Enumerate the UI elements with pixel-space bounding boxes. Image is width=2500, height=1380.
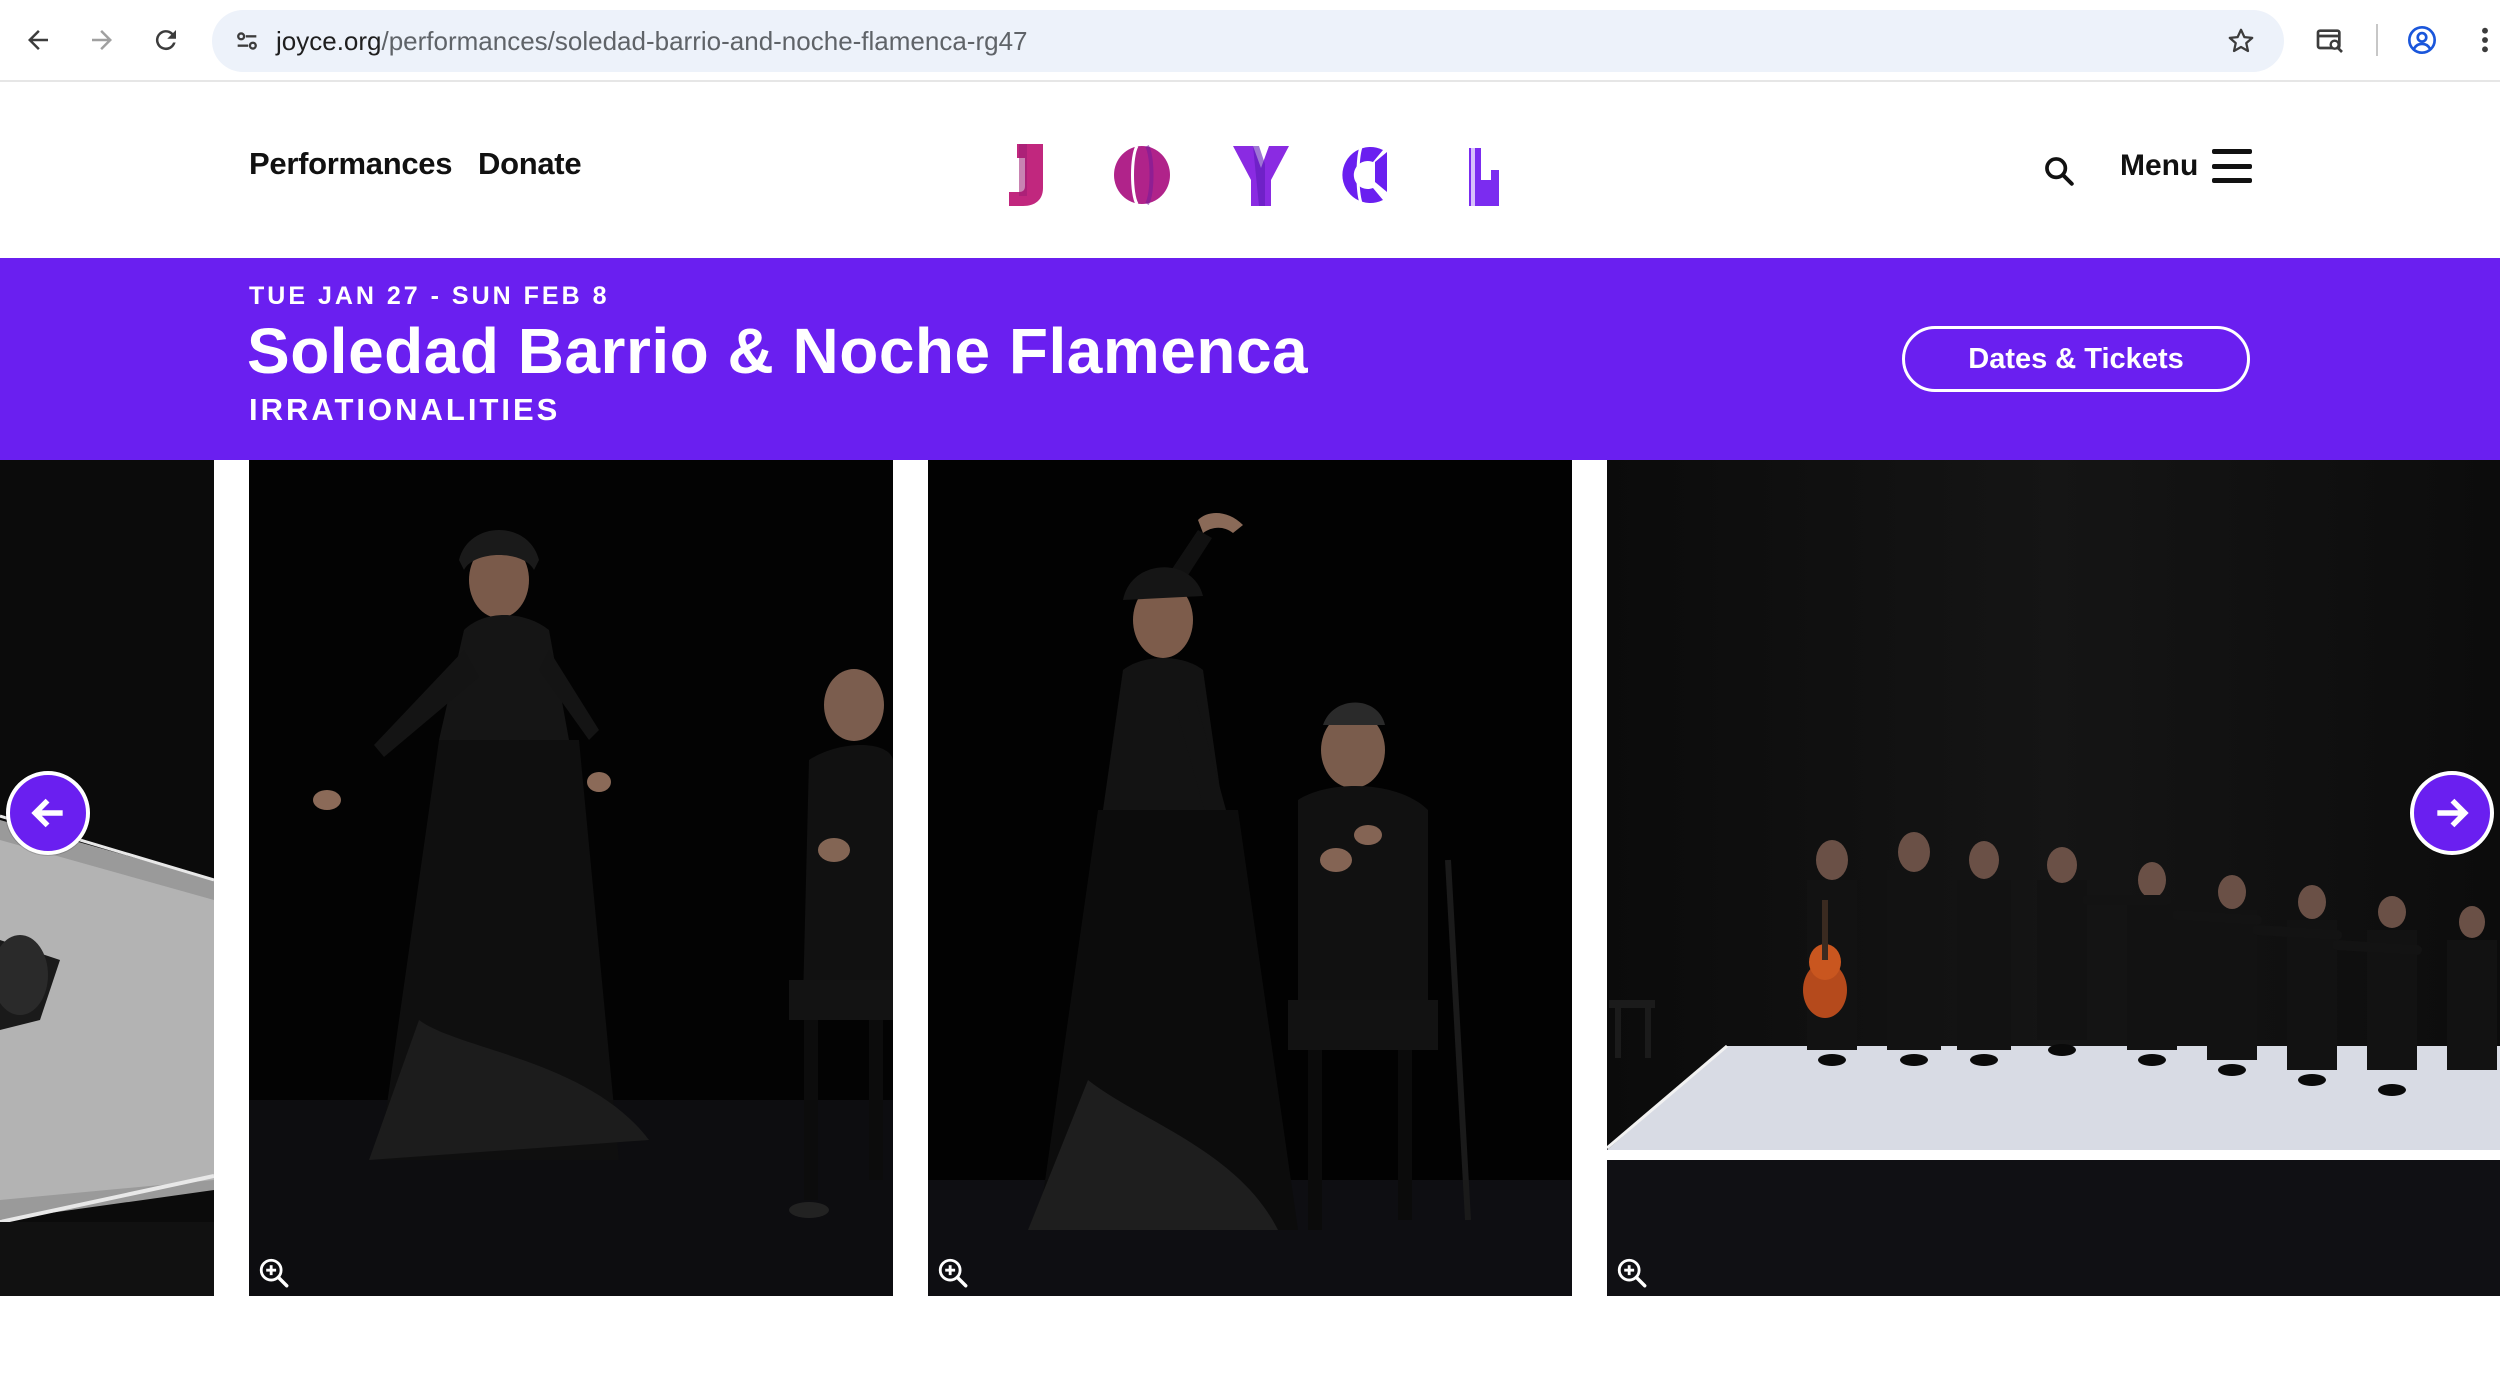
performance-dates: TUE JAN 27 - SUN FEB 8 [249,282,610,310]
logo-letter-o [1114,144,1170,206]
performance-title: Soledad Barrio & Noche Flamenca [247,315,1309,387]
hamburger-icon [2212,149,2253,183]
logo-letter-e [1469,148,1499,206]
menu-button[interactable]: Menu [2120,146,2253,186]
site-header: Performances Donate Menu [0,82,2500,258]
reload-button[interactable] [146,20,186,60]
gallery-next-button[interactable] [2410,771,2494,855]
forward-button[interactable] [82,20,122,60]
logo-letter-c [1342,146,1387,204]
photo-image [928,460,1572,1296]
photo-gallery [0,460,2500,1296]
profile-button[interactable] [2402,20,2442,60]
photo-image [0,460,214,1296]
zoom-in-icon[interactable] [936,1256,970,1290]
gallery-photo[interactable] [1607,460,2500,1296]
tab-search-button[interactable] [2310,20,2350,60]
gallery-photo[interactable] [249,460,893,1296]
address-bar[interactable]: joyce.org/performances/soledad-barrio-an… [212,10,2284,72]
nav-donate-link[interactable]: Donate [478,146,582,182]
gallery-photo[interactable] [0,460,214,1296]
search-icon[interactable] [2042,154,2076,188]
logo-letter-y [1233,146,1289,206]
profile-icon [2408,26,2436,54]
url-host: joyce.org [276,26,382,56]
arrow-right-icon [92,30,112,50]
arrow-left-icon [31,798,63,828]
menu-label: Menu [2120,149,2199,182]
joyce-logo[interactable] [1005,142,1505,208]
browser-toolbar: joyce.org/performances/soledad-barrio-an… [0,0,2500,82]
site-settings-icon[interactable] [228,22,266,60]
reload-icon [155,30,176,51]
more-vertical-icon [2482,27,2488,53]
performance-subtitle: IRRATIONALITIES [249,392,561,427]
zoom-in-icon[interactable] [1615,1256,1649,1290]
performance-banner: TUE JAN 27 - SUN FEB 8 Soledad Barrio & … [0,258,2500,460]
toolbar-divider [2376,24,2378,56]
logo-letter-j [1009,144,1043,206]
tab-search-icon [2316,29,2343,53]
url-path: /performances/soledad-barrio-and-noche-f… [381,26,1028,56]
photo-image [1607,460,2500,1296]
back-button[interactable] [18,20,58,60]
dates-tickets-button[interactable]: Dates & Tickets [1902,326,2250,392]
bookmark-star-icon[interactable] [2222,22,2260,60]
more-options-button[interactable] [2470,20,2500,60]
photo-image [249,460,893,1296]
arrow-right-icon [2437,798,2469,828]
nav-performances-link[interactable]: Performances [249,146,452,182]
url-text[interactable]: joyce.org/performances/soledad-barrio-an… [276,10,1028,72]
gallery-prev-button[interactable] [6,771,90,855]
gallery-photo[interactable] [928,460,1572,1296]
zoom-in-icon[interactable] [257,1256,291,1290]
arrow-left-icon [28,30,48,50]
